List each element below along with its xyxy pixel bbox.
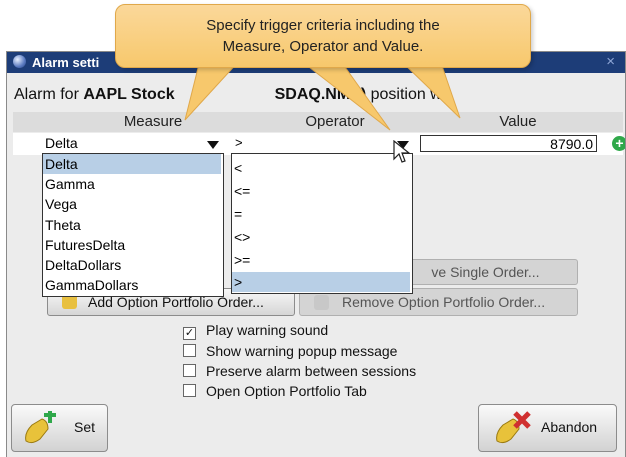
bell-add-icon: [25, 411, 56, 444]
open-portfolio-tab-label: Open Option Portfolio Tab: [206, 383, 367, 399]
operator-option-ne[interactable]: <>: [232, 227, 250, 247]
abandon-label: Abandon: [541, 419, 598, 435]
set-button[interactable]: Set: [11, 404, 108, 452]
callout-arrow-value: [398, 59, 461, 119]
instruction-callout: Specify trigger criteria including the M…: [115, 4, 531, 68]
callout-line-1: Specify trigger criteria including the: [206, 17, 440, 34]
measure-option-vega[interactable]: Vega: [43, 194, 77, 214]
portfolio-remove-icon: [314, 295, 329, 310]
measure-option-deltadollars[interactable]: DeltaDollars: [43, 255, 121, 275]
callout-arrow-operator: [298, 59, 391, 131]
show-warning-popup-label: Show warning popup message: [206, 343, 398, 359]
abandon-button[interactable]: Abandon: [478, 404, 617, 452]
callout-arrow-measure: [184, 59, 242, 121]
mouse-cursor-icon: [393, 140, 411, 163]
show-warning-popup-option[interactable]: Show warning popup message: [183, 343, 397, 359]
measure-chevron-down-icon[interactable]: [207, 141, 219, 149]
open-portfolio-tab-checkbox[interactable]: [183, 384, 196, 397]
measure-option-gamma[interactable]: Gamma: [43, 174, 95, 194]
operator-dropdown-list: < <= = <> >= >: [231, 153, 413, 294]
remove-single-order-button[interactable]: ve Single Order...: [393, 259, 578, 285]
operator-option-le[interactable]: <=: [232, 181, 250, 201]
preserve-alarm-checkbox[interactable]: [183, 364, 196, 377]
measure-option-futuresdelta[interactable]: FuturesDelta: [43, 235, 125, 255]
measure-dropdown-list: Delta Gamma Vega Theta FuturesDelta Delt…: [42, 153, 224, 297]
set-label: Set: [74, 419, 96, 435]
play-warning-sound-checkbox[interactable]: ✓: [183, 327, 196, 340]
play-warning-sound-option[interactable]: ✓ Play warning sound: [183, 322, 328, 340]
operator-option-gt[interactable]: >: [232, 272, 410, 292]
operator-option-ge[interactable]: >=: [232, 250, 250, 270]
measure-option-theta[interactable]: Theta: [43, 215, 81, 235]
play-warning-sound-label: Play warning sound: [206, 322, 329, 338]
open-portfolio-tab-option[interactable]: Open Option Portfolio Tab: [183, 383, 367, 399]
operator-option-eq[interactable]: =: [232, 204, 242, 224]
callout-line-2: Measure, Operator and Value.: [222, 38, 424, 55]
preserve-alarm-label: Preserve alarm between sessions: [206, 363, 417, 379]
show-warning-popup-checkbox[interactable]: [183, 344, 196, 357]
preserve-alarm-option[interactable]: Preserve alarm between sessions: [183, 363, 416, 379]
measure-option-delta[interactable]: Delta: [43, 154, 221, 174]
operator-option-lt[interactable]: <: [232, 158, 242, 178]
bell-remove-icon: [496, 411, 531, 444]
measure-option-gammadollars[interactable]: GammaDollars: [43, 275, 138, 295]
